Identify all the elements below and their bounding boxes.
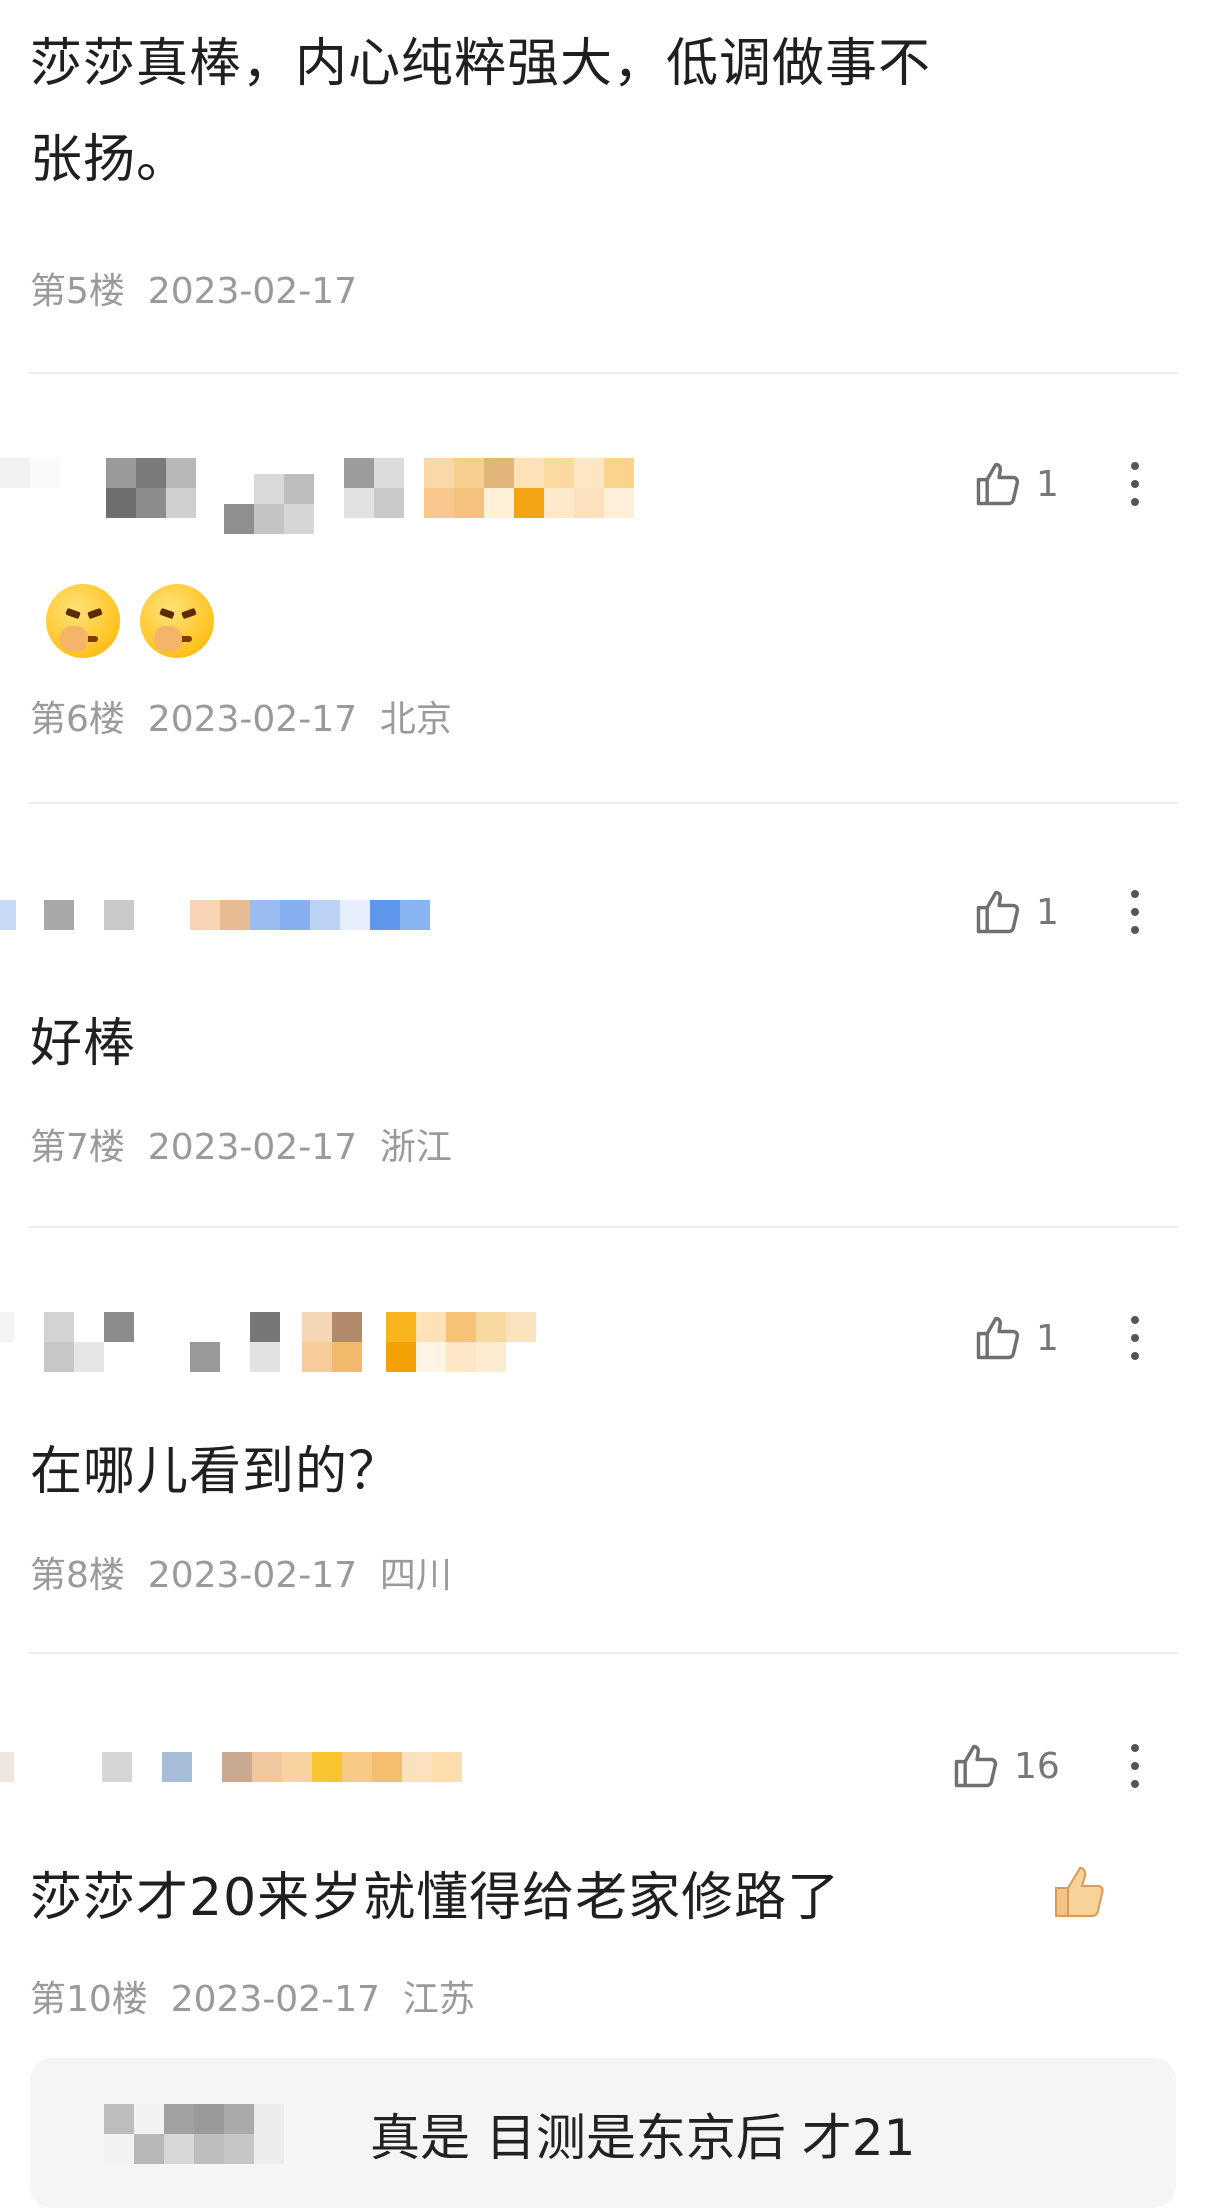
comment-text: 好棒 — [30, 1014, 137, 1074]
floor-number: 第10楼 — [30, 1979, 148, 2020]
like-count: 1 — [1036, 1317, 1059, 1359]
like-button[interactable]: 16 — [950, 1740, 1060, 1792]
like-button[interactable]: 1 — [972, 1312, 1059, 1364]
comment-date: 2023-02-17 — [147, 271, 358, 312]
divider — [28, 1226, 1178, 1228]
angry-face-emoji — [140, 584, 214, 658]
username-blurred[interactable] — [0, 458, 634, 534]
comment-date: 2023-02-17 — [170, 1979, 380, 2020]
comment-date: 2023-02-17 — [147, 1127, 358, 1168]
thumbs-up-icon — [954, 1744, 998, 1788]
reply-preview[interactable]: 真是 目测是东京后 才21 — [30, 2058, 1176, 2208]
floor-number: 第8楼 — [30, 1555, 125, 1596]
more-vertical-icon[interactable] — [1130, 890, 1140, 934]
like-count: 16 — [1014, 1745, 1060, 1787]
comment-text-line: 张扬。 — [30, 130, 190, 190]
like-button[interactable]: 1 — [972, 886, 1059, 938]
thumbs-up-emoji — [1055, 1866, 1104, 1917]
comment-text-body: 莎莎才20来岁就懂得给老家修路了 — [30, 1868, 841, 1928]
floor-number: 第5楼 — [30, 271, 125, 312]
comment-date: 2023-02-17 — [147, 699, 358, 740]
username-blurred[interactable] — [0, 1752, 462, 1812]
angry-face-emoji — [46, 584, 120, 658]
floor-number: 第6楼 — [30, 699, 125, 740]
comment-meta: 第10楼 2023-02-17 江苏 — [30, 1970, 475, 2022]
comment-meta: 第8楼 2023-02-17 四川 — [30, 1546, 452, 1598]
thumbs-up-icon — [976, 462, 1020, 506]
reply-username-blurred[interactable] — [104, 2104, 284, 2164]
reply-text: 真是 目测是东京后 才21 — [370, 2109, 916, 2167]
comment-date: 2023-02-17 — [147, 1555, 358, 1596]
username-blurred[interactable] — [0, 900, 430, 960]
comment-meta: 第6楼 2023-02-17 北京 — [30, 690, 452, 742]
comment-location: 浙江 — [379, 1127, 452, 1168]
comment-meta: 第7楼 2023-02-17 浙江 — [30, 1118, 452, 1170]
thumbs-up-icon — [976, 1316, 1020, 1360]
more-vertical-icon[interactable] — [1130, 462, 1140, 506]
more-vertical-icon[interactable] — [1130, 1316, 1140, 1360]
comment-text-line: 莎莎真棒，内心纯粹强大，低调做事不 — [30, 34, 932, 94]
floor-number: 第7楼 — [30, 1127, 125, 1168]
divider — [28, 1652, 1178, 1654]
comment-text: 莎莎才20来岁就懂得给老家修路了 — [30, 1862, 1176, 1934]
divider — [28, 802, 1178, 804]
comment-text: 莎莎真棒，内心纯粹强大，低调做事不 张扬。 — [30, 28, 1176, 196]
comment-text: 在哪儿看到的？ — [30, 1442, 402, 1502]
comment-meta: 第5楼 2023-02-17 — [30, 262, 357, 314]
like-count: 1 — [1036, 463, 1059, 505]
thumbs-up-icon — [976, 890, 1020, 934]
username-blurred[interactable] — [0, 1312, 536, 1372]
like-count: 1 — [1036, 891, 1059, 933]
comment-location: 北京 — [379, 699, 452, 740]
comment-location: 四川 — [379, 1555, 452, 1596]
more-vertical-icon[interactable] — [1130, 1744, 1140, 1788]
like-button[interactable]: 1 — [972, 458, 1059, 510]
comment-location: 江苏 — [402, 1979, 475, 2020]
divider — [28, 372, 1178, 374]
